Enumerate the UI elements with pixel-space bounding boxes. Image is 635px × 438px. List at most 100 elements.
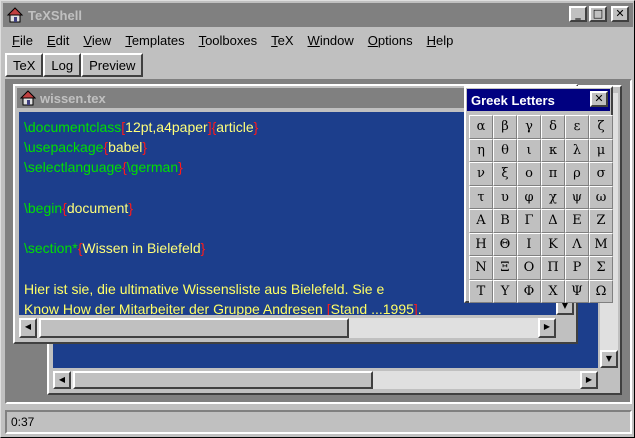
- house-icon: [6, 6, 24, 24]
- greek-palette-title: Greek Letters: [471, 92, 555, 108]
- greek-letter-button[interactable]: Γ: [517, 209, 541, 233]
- greek-letter-button[interactable]: δ: [541, 115, 565, 139]
- greek-letter-button[interactable]: σ: [589, 162, 613, 186]
- greek-letter-button[interactable]: π: [541, 162, 565, 186]
- greek-letter-button[interactable]: μ: [589, 138, 613, 162]
- greek-letter-button[interactable]: κ: [541, 138, 565, 162]
- code-token: article: [216, 119, 254, 135]
- editor-horizontal-scrollbar[interactable]: ◀ ▶: [19, 318, 556, 338]
- greek-letter-button[interactable]: η: [469, 138, 493, 162]
- greek-letter-button[interactable]: ν: [469, 162, 493, 186]
- greek-letter-button[interactable]: Ν: [469, 256, 493, 280]
- greek-letter-button[interactable]: ω: [589, 185, 613, 209]
- code-token: Wissen in Bielefeld: [82, 240, 201, 257]
- greek-palette-close-button[interactable]: ✕: [590, 91, 608, 107]
- background-horizontal-scrollbar[interactable]: ◀ ▶: [53, 371, 598, 389]
- greek-letter-button[interactable]: Δ: [541, 209, 565, 233]
- status-bar: 0:37: [5, 410, 632, 434]
- code-token: }: [200, 240, 206, 257]
- maximize-button[interactable]: □: [589, 6, 607, 22]
- greek-letter-button[interactable]: Υ: [493, 279, 517, 303]
- menu-templates[interactable]: Templates: [118, 33, 191, 48]
- close-button[interactable]: ✕: [611, 6, 629, 22]
- greek-letter-button[interactable]: χ: [541, 185, 565, 209]
- greek-letter-button[interactable]: Τ: [469, 279, 493, 303]
- greek-letter-button[interactable]: Ε: [565, 209, 589, 233]
- greek-letter-button[interactable]: Ψ: [565, 279, 589, 303]
- tab-bar: TeX Log Preview: [5, 53, 144, 77]
- greek-letter-button[interactable]: ψ: [565, 185, 589, 209]
- code-token: 12pt,a4paper: [125, 119, 208, 135]
- greek-letter-button[interactable]: θ: [493, 138, 517, 162]
- greek-letter-button[interactable]: υ: [493, 185, 517, 209]
- menu-toolboxes[interactable]: Toolboxes: [192, 33, 265, 48]
- arrow-right-icon[interactable]: ▶: [538, 318, 556, 338]
- code-token: }: [253, 119, 259, 135]
- greek-letter-button[interactable]: τ: [469, 185, 493, 209]
- code-token: \german: [126, 159, 179, 176]
- menu-tex[interactable]: TeX: [264, 33, 300, 48]
- greek-letter-button[interactable]: Ξ: [493, 256, 517, 280]
- greek-letter-button[interactable]: Κ: [541, 232, 565, 256]
- menu-edit[interactable]: Edit: [40, 33, 76, 48]
- tab-tex[interactable]: TeX: [5, 53, 44, 77]
- greek-letter-button[interactable]: φ: [517, 185, 541, 209]
- greek-letter-button[interactable]: ρ: [565, 162, 589, 186]
- greek-letter-button[interactable]: Λ: [565, 232, 589, 256]
- code-token: Know How der Mitarbeiter der Gruppe Andr…: [24, 300, 327, 315]
- greek-letter-button[interactable]: ο: [517, 162, 541, 186]
- tab-preview[interactable]: Preview: [81, 53, 144, 77]
- greek-letter-button[interactable]: Η: [469, 232, 493, 256]
- menu-options[interactable]: Options: [361, 33, 420, 48]
- greek-letter-button[interactable]: Μ: [589, 232, 613, 256]
- house-icon: [19, 90, 37, 106]
- editor-filename: wissen.tex: [40, 90, 106, 106]
- code-token: \documentclass: [24, 119, 122, 135]
- code-token: \section*: [24, 240, 78, 257]
- greek-palette-title-bar[interactable]: Greek Letters: [467, 89, 610, 111]
- menu-help[interactable]: Help: [420, 33, 461, 48]
- status-time: 0:37: [11, 415, 35, 429]
- arrow-left-icon[interactable]: ◀: [19, 318, 37, 338]
- code-token: .: [417, 300, 422, 315]
- texshell-window: TeXShell _ □ ✕ File Edit View Templates …: [0, 0, 635, 438]
- code-token: \selectlanguage: [24, 159, 123, 176]
- arrow-left-icon[interactable]: ◀: [53, 371, 71, 389]
- greek-letter-button[interactable]: β: [493, 115, 517, 139]
- greek-letter-button[interactable]: Ζ: [589, 209, 613, 233]
- greek-letter-button[interactable]: ξ: [493, 162, 517, 186]
- menu-window[interactable]: Window: [301, 33, 361, 48]
- menu-view[interactable]: View: [76, 33, 118, 48]
- scroll-thumb[interactable]: [73, 371, 373, 389]
- greek-letter-button[interactable]: γ: [517, 115, 541, 139]
- greek-letter-button[interactable]: Χ: [541, 279, 565, 303]
- greek-letter-button[interactable]: Π: [541, 256, 565, 280]
- greek-letter-button[interactable]: ζ: [589, 115, 613, 139]
- greek-letter-button[interactable]: Ι: [517, 232, 541, 256]
- arrow-down-icon[interactable]: ▼: [600, 350, 618, 368]
- greek-letter-button[interactable]: Ο: [517, 256, 541, 280]
- greek-letter-button[interactable]: λ: [565, 138, 589, 162]
- scroll-thumb[interactable]: [39, 318, 349, 338]
- greek-letters-palette[interactable]: Greek Letters ✕ αβγδεζ ηθικλμ νξοπρσ τυφχψω…: [464, 86, 613, 303]
- code-token: babel: [108, 139, 143, 156]
- greek-letter-button[interactable]: α: [469, 115, 493, 139]
- greek-letter-button[interactable]: Β: [493, 209, 517, 233]
- arrow-right-icon[interactable]: ▶: [580, 371, 598, 389]
- menu-file[interactable]: File: [5, 33, 40, 48]
- greek-letter-button[interactable]: Ω: [589, 279, 613, 303]
- code-token: \begin: [24, 199, 63, 216]
- tab-log[interactable]: Log: [43, 53, 82, 77]
- minimize-button[interactable]: _: [569, 6, 587, 22]
- title-bar[interactable]: TeXShell _ □ ✕: [3, 3, 633, 27]
- greek-letter-button[interactable]: Σ: [589, 256, 613, 280]
- greek-letter-button[interactable]: Φ: [517, 279, 541, 303]
- app-title: TeXShell: [28, 7, 82, 23]
- menu-bar: File Edit View Templates Toolboxes TeX W…: [5, 29, 460, 51]
- code-token: Stand ...1995: [330, 300, 414, 315]
- greek-letter-button[interactable]: Θ: [493, 232, 517, 256]
- greek-letter-button[interactable]: Α: [469, 209, 493, 233]
- greek-letter-button[interactable]: ι: [517, 138, 541, 162]
- greek-letter-button[interactable]: Ρ: [565, 256, 589, 280]
- greek-letter-button[interactable]: ε: [565, 115, 589, 139]
